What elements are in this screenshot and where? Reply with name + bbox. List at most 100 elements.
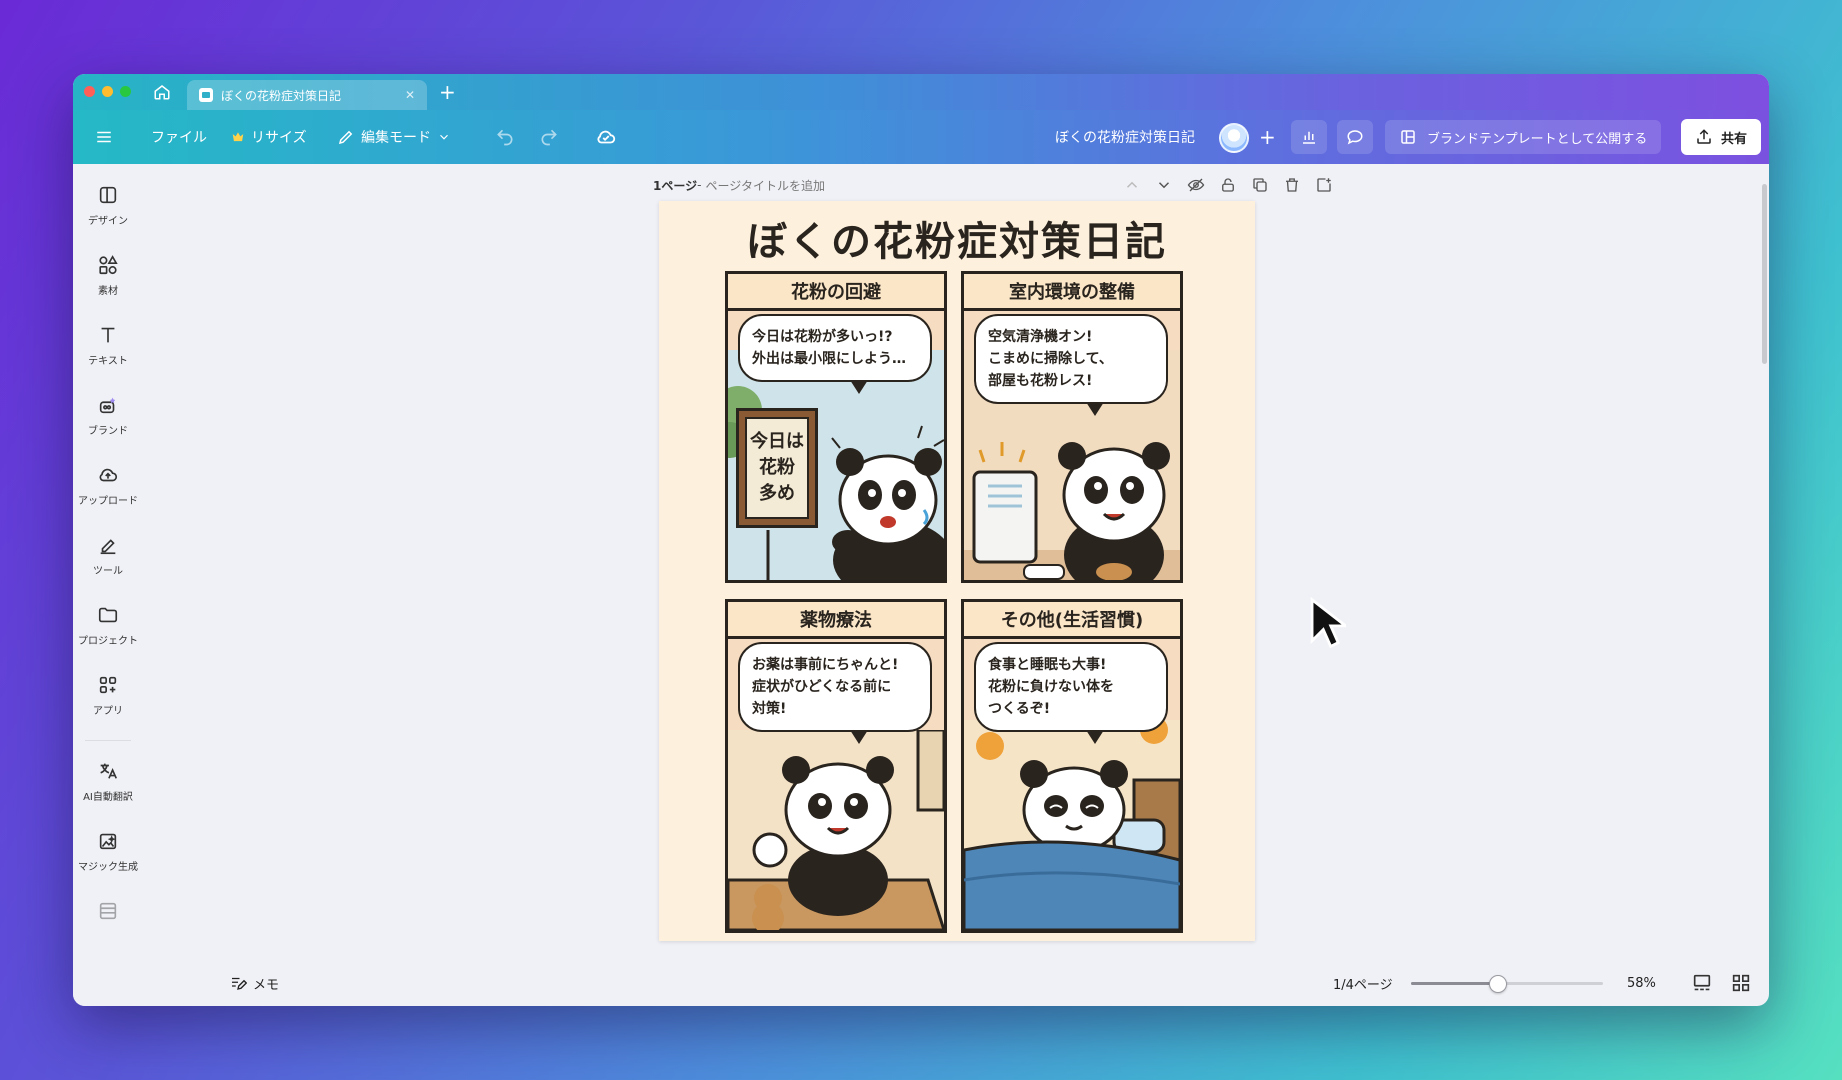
pages-view-icon[interactable]: [1691, 972, 1713, 994]
panel-heading: その他(生活習慣): [964, 602, 1180, 639]
document-title[interactable]: ぼくの花粉症対策日記: [1055, 110, 1195, 164]
sidebar-divider: [85, 740, 131, 741]
tab-title: ぼくの花粉症対策日記: [221, 88, 342, 103]
sign-line: 花粉: [759, 457, 795, 478]
sidebar-item-label: ツール: [93, 566, 123, 577]
notes-label: メモ: [253, 977, 280, 993]
pen-tool-icon: [100, 539, 116, 555]
grid-view-icon[interactable]: [1730, 972, 1752, 994]
share-button[interactable]: 共有: [1681, 119, 1761, 155]
comic-title[interactable]: ぼくの花粉症対策日記: [659, 209, 1255, 267]
app-window: ぼくの花粉症対策日記 ✕ + ファイル リサイズ 編集モード ぼくの花粉症対策日…: [73, 74, 1769, 1006]
sidebar-item-label: AI自動翻訳: [83, 792, 133, 803]
apps-icon: [99, 676, 117, 694]
minimize-window-button[interactable]: [102, 86, 113, 97]
comment-icon: [1347, 130, 1363, 145]
close-window-button[interactable]: [84, 86, 95, 97]
sidebar-item-magic-media[interactable]: マジック生成: [73, 830, 143, 873]
crown-icon: [232, 132, 244, 142]
speech-bubble: お薬は事前にちゃんと! 症状がひどくなる前に 対策!: [738, 642, 932, 744]
trash-icon[interactable]: [1283, 176, 1301, 194]
insights-button[interactable]: [1291, 120, 1327, 154]
user-avatar[interactable]: [1219, 123, 1249, 153]
comments-button[interactable]: [1337, 120, 1373, 154]
brand-icon: [99, 397, 116, 414]
sidebar-item-text[interactable]: テキスト: [73, 324, 143, 367]
sidebar-item-ai-translate[interactable]: AI自動翻訳: [73, 760, 143, 803]
chevron-down-icon[interactable]: [1155, 176, 1173, 194]
sign-line: 今日は: [750, 431, 804, 452]
maximize-window-button[interactable]: [120, 86, 131, 97]
edit-mode-dropdown[interactable]: 編集モード: [337, 110, 451, 164]
hamburger-icon: [97, 131, 111, 143]
folder-icon: [98, 607, 118, 623]
panda-medicine-illustration: [728, 730, 944, 930]
pollen-sign: 今日は 花粉 多め: [736, 408, 818, 528]
chevron-down-icon: [440, 134, 448, 140]
title-bar: ぼくの花粉症対策日記 ✕ +: [73, 74, 1769, 110]
sidebar-item-design[interactable]: デザイン: [73, 184, 143, 227]
duplicate-icon[interactable]: [1251, 176, 1269, 194]
sidebar-item-brand[interactable]: ブランド: [73, 394, 143, 437]
shapes-icon: [99, 255, 118, 275]
bar-chart-icon: [1303, 131, 1315, 144]
sidebar-item-projects[interactable]: プロジェクト: [73, 604, 143, 647]
sidebar-item-label: ブランド: [88, 426, 128, 437]
zoom-slider-fill: [1411, 982, 1498, 985]
comic-panel-medication[interactable]: 薬物療法 お薬は事前にちゃんと! 症状がひどくなる前に 対策!: [725, 599, 947, 933]
home-icon[interactable]: [153, 83, 171, 101]
file-menu-label: ファイル: [151, 130, 207, 146]
design-canvas[interactable]: ぼくの花粉症対策日記 花粉の回避 今日は花粉が多いっ!? 外出は最小限にしよう…: [659, 201, 1255, 941]
tab-document[interactable]: ぼくの花粉症対策日記 ✕: [187, 80, 427, 110]
zoom-level[interactable]: 58%: [1627, 960, 1656, 1006]
close-tab-icon[interactable]: ✕: [405, 88, 415, 102]
menu-button[interactable]: [95, 110, 113, 164]
canvas-scrollbar[interactable]: [1762, 184, 1767, 364]
editor-toolbar: ファイル リサイズ 編集モード ぼくの花粉症対策日記 + ブランドテンプレートと…: [73, 110, 1769, 164]
sidebar-item-label: アプリ: [93, 706, 123, 717]
magic-image-icon: [99, 833, 117, 850]
redo-button[interactable]: [539, 110, 559, 164]
invite-button[interactable]: +: [1259, 110, 1276, 164]
notes-button[interactable]: メモ: [229, 960, 279, 1006]
resize-button[interactable]: リサイズ: [231, 110, 307, 164]
speech-bubble: 空気清浄機オン! こまめに掃除して、 部屋も花粉レス!: [974, 314, 1168, 416]
page-header: 1ページ - ページタイトルを追加: [653, 172, 1333, 198]
sidebar-item-elements[interactable]: 素材: [73, 254, 143, 297]
cloud-upload-icon: [99, 468, 118, 482]
add-page-icon[interactable]: [1315, 176, 1333, 194]
file-menu-button[interactable]: ファイル: [151, 110, 207, 164]
sign-line: 多め: [759, 483, 795, 504]
zoom-slider[interactable]: [1411, 975, 1603, 993]
page-count[interactable]: 1/4ページ: [1333, 960, 1393, 1006]
bottom-bar: メモ 1/4ページ 58%: [143, 960, 1769, 1006]
hide-page-icon[interactable]: [1187, 176, 1205, 194]
speech-bubble: 食事と睡眠も大事! 花粉に負けない体を つくるぞ!: [974, 642, 1168, 744]
sidebar-item-tools[interactable]: ツール: [73, 534, 143, 577]
page-header-separator: -: [697, 178, 702, 192]
left-sidebar: デザイン 素材 テキスト ブランド アップロード ツール プロジェクト アプリ: [73, 164, 143, 1006]
text-icon: [101, 327, 115, 343]
mouse-cursor-icon: [1310, 596, 1346, 649]
sidebar-item-apps[interactable]: アプリ: [73, 674, 143, 717]
template-icon: [1401, 130, 1415, 144]
save-status-button[interactable]: [595, 110, 617, 164]
comic-panel-indoor[interactable]: 室内環境の整備 空気清浄機オン! こまめに掃除して、 部屋も花粉レス!: [961, 271, 1183, 583]
new-tab-button[interactable]: +: [439, 80, 456, 104]
page-title-input[interactable]: ページタイトルを追加: [705, 177, 825, 194]
sidebar-item-label: デザイン: [88, 216, 128, 227]
plus-icon: +: [1259, 125, 1276, 149]
lock-icon[interactable]: [1219, 176, 1237, 194]
sidebar-item-uploads[interactable]: アップロード: [73, 464, 143, 507]
resize-label: リサイズ: [251, 130, 307, 146]
chevron-up-icon[interactable]: [1123, 176, 1141, 194]
comic-panel-lifestyle[interactable]: その他(生活習慣) 食事と睡眠も大事! 花粉に負けない体を つくるぞ!: [961, 599, 1183, 933]
edit-mode-label: 編集モード: [361, 130, 431, 146]
document-title-text: ぼくの花粉症対策日記: [1055, 130, 1195, 146]
zoom-slider-thumb[interactable]: [1489, 975, 1508, 993]
undo-button[interactable]: [495, 110, 515, 164]
panda-sleeping-illustration: [964, 720, 1180, 930]
sidebar-item-more[interactable]: [73, 900, 143, 922]
publish-brand-template-button[interactable]: ブランドテンプレートとして公開する: [1385, 120, 1662, 154]
comic-panel-avoidance[interactable]: 花粉の回避 今日は花粉が多いっ!? 外出は最小限にしよう… 今日は 花粉 多め: [725, 271, 947, 583]
